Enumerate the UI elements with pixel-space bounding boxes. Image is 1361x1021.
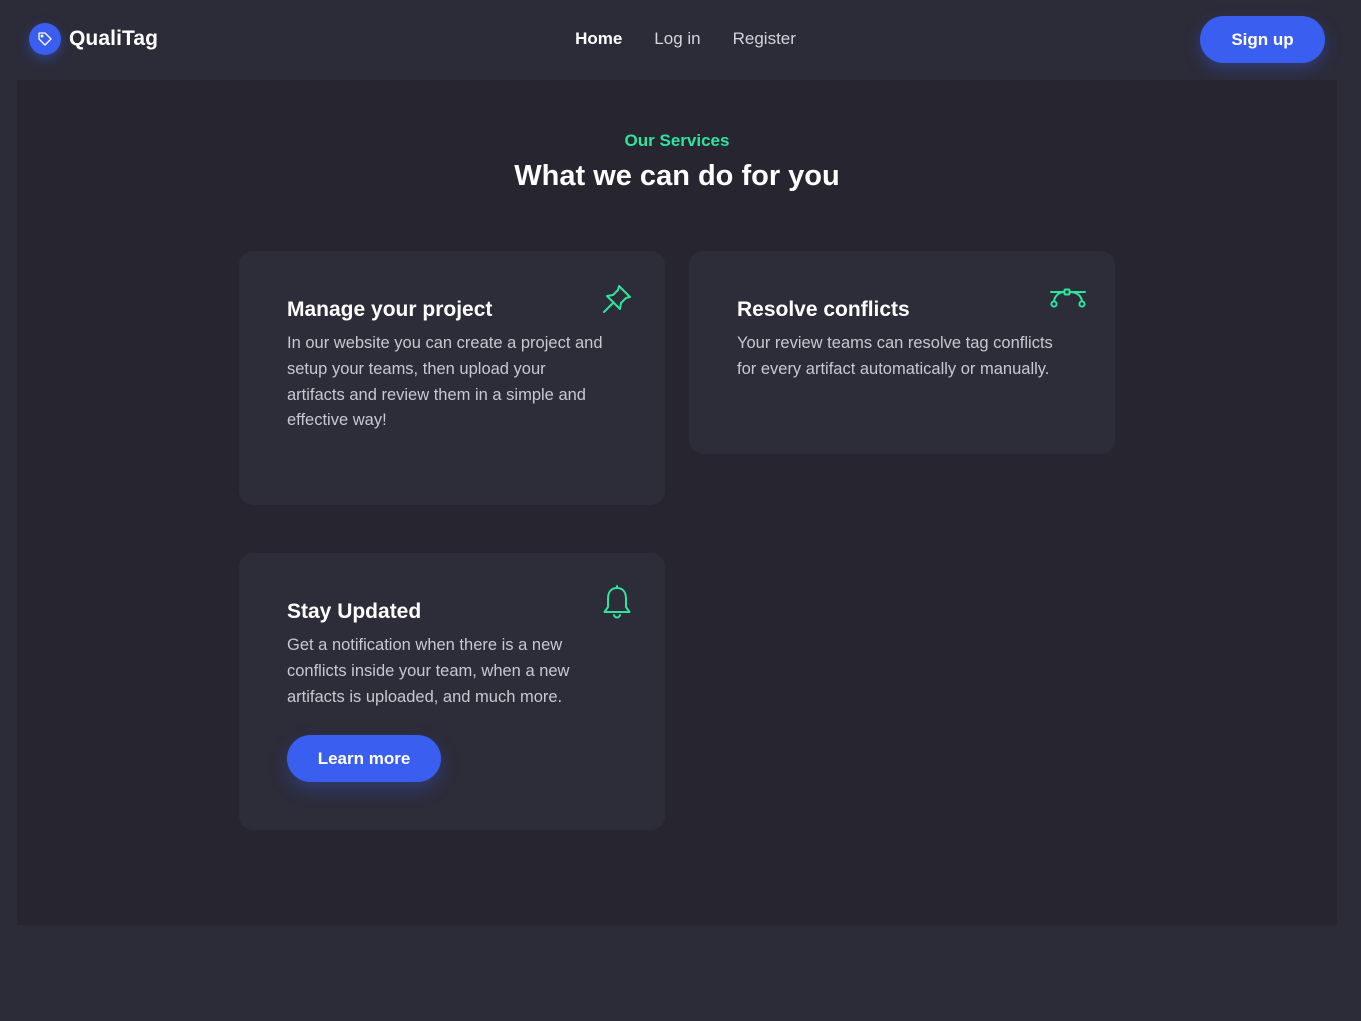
card-description: Get a notification when there is a new c… [287,636,570,706]
card-title: Resolve conflicts [737,298,910,321]
brand-name: QualiTag [69,27,159,50]
services-section: Our Services What we can do for you Mana… [17,80,1337,925]
bell-icon [601,585,633,619]
learn-more-button[interactable]: Learn more [287,735,441,782]
top-navbar: QualiTag Home Log in Register Sign up [0,0,1361,80]
service-card-resolve-conflicts: Resolve conflicts Your review teams can … [689,251,1115,454]
card-description: In our website you can create a project … [287,334,603,430]
bezier-curve-icon [1050,283,1086,315]
nav-link-login[interactable]: Log in [654,29,700,49]
tag-icon [29,23,61,55]
brand-logo[interactable]: QualiTag [29,23,158,55]
section-eyebrow: Our Services [624,131,730,150]
section-heading: What we can do for you [514,160,840,192]
nav-link-register[interactable]: Register [733,29,796,49]
card-title: Manage your project [287,298,493,321]
service-card-manage-project: Manage your project In our website you c… [239,251,665,505]
main-nav: Home Log in Register [0,29,1361,49]
pin-icon [601,283,633,315]
card-description: Your review teams can resolve tag confli… [737,334,1053,378]
nav-link-home[interactable]: Home [575,29,622,49]
card-title: Stay Updated [287,600,422,623]
service-card-stay-updated: Stay Updated Get a notification when the… [239,553,665,830]
signup-button[interactable]: Sign up [1200,16,1325,63]
